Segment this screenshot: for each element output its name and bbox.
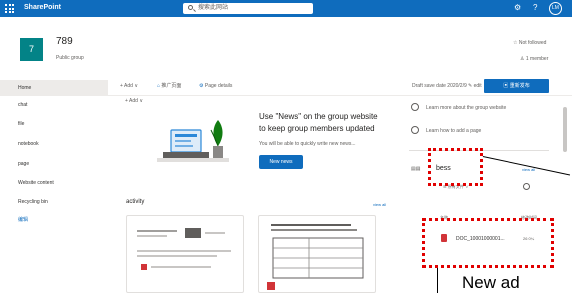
learn-add-page-link[interactable]: Learn how to add a page <box>426 128 481 134</box>
edit-label: edit <box>473 83 482 89</box>
callout-first-letter: N <box>462 273 475 292</box>
app-name[interactable]: SharePoint <box>24 3 61 13</box>
edit-button[interactable]: ✎ edit <box>468 83 482 89</box>
annotation-leader-line <box>437 268 438 293</box>
nav-item-chat[interactable]: chat <box>0 97 108 113</box>
promote-button[interactable]: ⌂ 推广页面 <box>157 82 181 90</box>
draft-saved-status: Draft save date 2020/2/9 <box>412 83 467 89</box>
page-details-label: Page details <box>204 83 233 89</box>
avatar[interactable]: LM <box>549 2 562 15</box>
news-title-line1: Use "News" on the group website <box>259 112 378 121</box>
site-subtitle: Public group <box>56 55 84 61</box>
scrollbar[interactable] <box>563 107 567 152</box>
document-thumbnail-icon <box>137 228 231 270</box>
annotation-callout-text: New ad <box>462 273 520 293</box>
document-thumbnail-icon <box>267 224 364 290</box>
gear-icon[interactable]: ⚙ <box>514 3 521 13</box>
search-placeholder: 搜索此网站 <box>198 5 229 11</box>
republish-button[interactable]: ▣ 重新发布 <box>484 79 549 93</box>
news-title-line2: to keep group members updated <box>259 124 375 133</box>
add-section-button[interactable]: + Add ∨ <box>125 98 143 104</box>
annotation-box-library <box>428 148 483 186</box>
info-icon[interactable] <box>523 183 530 190</box>
globe-icon <box>411 126 419 134</box>
library-icon: ▤▤ <box>411 166 421 172</box>
nav-edit-link[interactable]: 编辑 <box>0 212 108 228</box>
members-label: 1 member <box>525 56 549 62</box>
nav-item-home[interactable]: Home <box>0 80 108 96</box>
members-button[interactable]: ♙ 1 member <box>520 56 548 62</box>
new-news-button[interactable]: New news <box>259 155 303 169</box>
globe-icon <box>411 103 419 111</box>
news-description: You will be able to quickly write new ne… <box>259 141 356 147</box>
activity-title: activity <box>126 199 145 205</box>
command-divider <box>108 95 572 96</box>
republish-label: 重新发布 <box>509 83 530 89</box>
activity-view-all-link[interactable]: view all <box>373 202 386 207</box>
site-title[interactable]: 789 <box>56 36 73 47</box>
nav-item-recycling-bin[interactable]: Recycling bin <box>0 194 108 210</box>
callout-rest: ew ad <box>474 273 520 292</box>
annotation-leader-line <box>482 156 571 176</box>
activity-card[interactable] <box>258 215 376 293</box>
nav-item-file[interactable]: file <box>0 116 108 132</box>
activity-card[interactable] <box>126 215 244 293</box>
new-menu-button[interactable]: + Add ∨ <box>120 82 138 90</box>
suite-header: SharePoint 搜索此网站 ⚙ ? LM <box>0 0 572 17</box>
search-box[interactable]: 搜索此网站 <box>183 3 313 14</box>
follow-button[interactable]: ☆ Not followed <box>513 40 546 46</box>
app-launcher-icon[interactable] <box>5 4 14 13</box>
nav-item-page[interactable]: page <box>0 156 108 172</box>
page-details-button[interactable]: ⚙ Page details <box>199 82 232 90</box>
annotation-box-file <box>422 218 554 268</box>
nav-item-website-content[interactable]: Website content <box>0 175 108 191</box>
news-illustration-icon <box>157 120 229 162</box>
search-icon <box>188 5 193 10</box>
nav-item-notebook[interactable]: notebook <box>0 136 108 152</box>
site-logo[interactable]: 7 <box>20 38 43 61</box>
learn-group-website-link[interactable]: Learn more about the group website <box>426 105 506 111</box>
help-icon[interactable]: ? <box>533 3 537 13</box>
promote-label: 推广页面 <box>161 83 182 89</box>
